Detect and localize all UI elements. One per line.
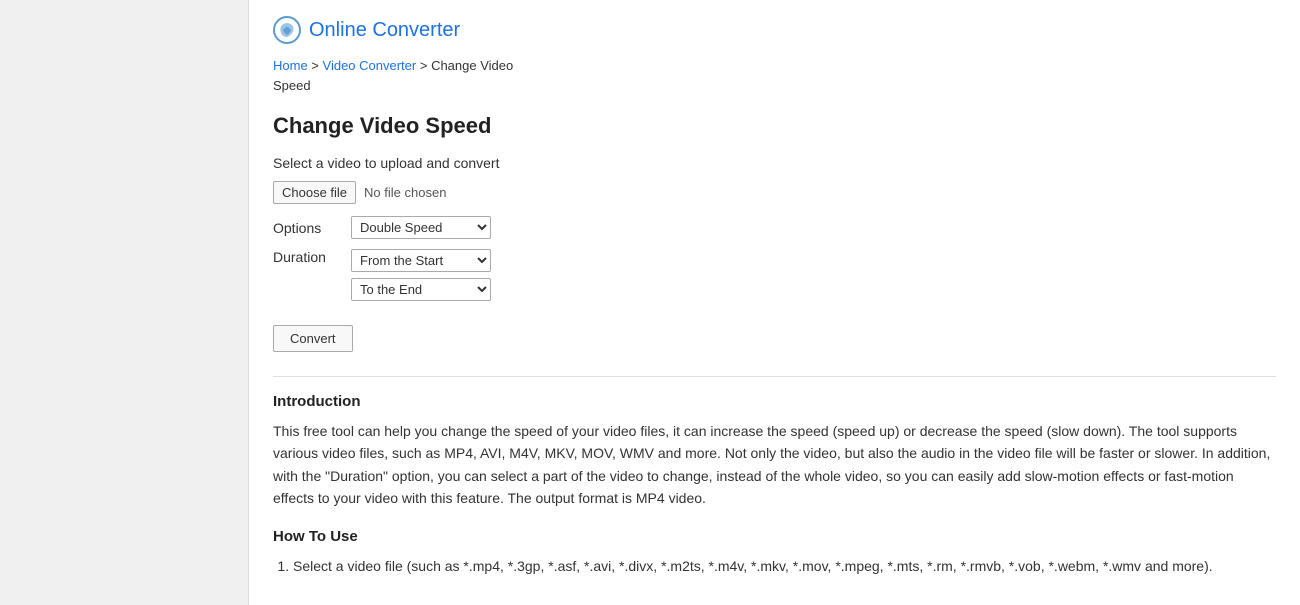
convert-button[interactable]: Convert <box>273 325 353 352</box>
how-to-use-title: How To Use <box>273 528 1276 545</box>
main-content: Online Converter Home > Video Converter … <box>248 0 1300 605</box>
section-divider <box>273 376 1276 377</box>
breadcrumb-sep2: > <box>416 58 431 73</box>
choose-file-button[interactable]: Choose file <box>273 181 356 204</box>
how-to-list: Select a video file (such as *.mp4, *.3g… <box>273 555 1276 577</box>
file-input-row: Choose file No file chosen <box>273 181 1276 204</box>
logo-icon <box>273 16 301 44</box>
breadcrumb-sep1: > <box>308 58 323 73</box>
speed-select[interactable]: Double Speed Half Speed 1.5x Speed Custo… <box>351 216 491 239</box>
how-to-step-1: Select a video file (such as *.mp4, *.3g… <box>293 555 1276 577</box>
page-title: Change Video Speed <box>273 113 1276 139</box>
logo-area: Online Converter <box>273 16 1276 44</box>
duration-label: Duration <box>273 249 343 265</box>
no-file-text: No file chosen <box>364 185 446 200</box>
breadcrumb-home[interactable]: Home <box>273 58 308 73</box>
duration-row: Duration From the Start Custom Start To … <box>273 249 1276 301</box>
breadcrumb-video-converter[interactable]: Video Converter <box>323 58 417 73</box>
logo-text: Online Converter <box>309 19 460 42</box>
options-row: Options Double Speed Half Speed 1.5x Spe… <box>273 216 1276 239</box>
duration-selects: From the Start Custom Start To the End C… <box>351 249 491 301</box>
introduction-title: Introduction <box>273 393 1276 410</box>
upload-label: Select a video to upload and convert <box>273 155 1276 171</box>
duration-start-select[interactable]: From the Start Custom Start <box>351 249 491 272</box>
introduction-text: This free tool can help you change the s… <box>273 420 1276 510</box>
options-label: Options <box>273 220 343 236</box>
convert-btn-wrapper: Convert <box>273 311 1276 376</box>
duration-end-select[interactable]: To the End Custom End <box>351 278 491 301</box>
left-sidebar <box>0 0 248 605</box>
breadcrumb: Home > Video Converter > Change VideoSpe… <box>273 56 1276 95</box>
